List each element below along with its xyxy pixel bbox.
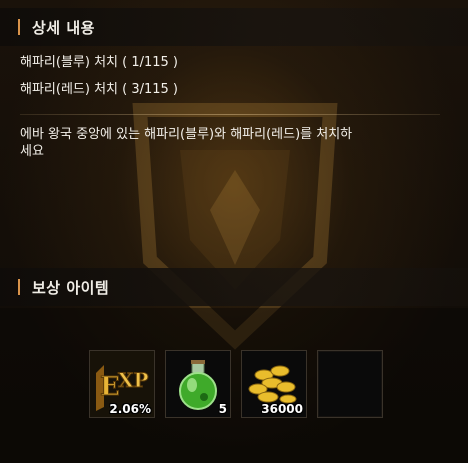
quest-description: 에바 왕국 중앙에 있는 해파리(블루)와 해파리(레드)를 처치하 세요 <box>20 126 450 160</box>
reward-slot-exp[interactable]: E XP 2.06% <box>89 350 155 418</box>
detail-section-header: 상세 내용 <box>0 8 468 46</box>
reward-slot-potion[interactable]: 5 <box>165 350 231 418</box>
reward-slot-empty[interactable] <box>317 350 383 418</box>
reward-count: 36000 <box>261 402 303 416</box>
detail-section-title: 상세 내용 <box>32 18 95 37</box>
svg-text:XP: XP <box>118 368 149 392</box>
quest-description-text: 에바 왕국 중앙에 있는 해파리(블루)와 해파리(레드)를 처치하 세요 <box>20 127 353 159</box>
reward-section-title: 보상 아이템 <box>32 278 110 297</box>
svg-text:E: E <box>100 372 120 402</box>
reward-panel <box>0 308 468 463</box>
reward-section-header: 보상 아이템 <box>0 268 468 306</box>
quest-goal-blue: 해파리(블루) 처치 ( 1/115 ) <box>20 55 179 70</box>
header-accent-bar <box>18 19 20 35</box>
quest-goal-red: 해파리(레드) 처치 ( 3/115 ) <box>20 82 179 97</box>
reward-count: 2.06% <box>109 402 151 416</box>
reward-slot-gold[interactable]: 36000 <box>241 350 307 418</box>
header-accent-bar <box>18 279 20 295</box>
divider <box>20 114 440 115</box>
reward-count: 5 <box>218 402 227 416</box>
